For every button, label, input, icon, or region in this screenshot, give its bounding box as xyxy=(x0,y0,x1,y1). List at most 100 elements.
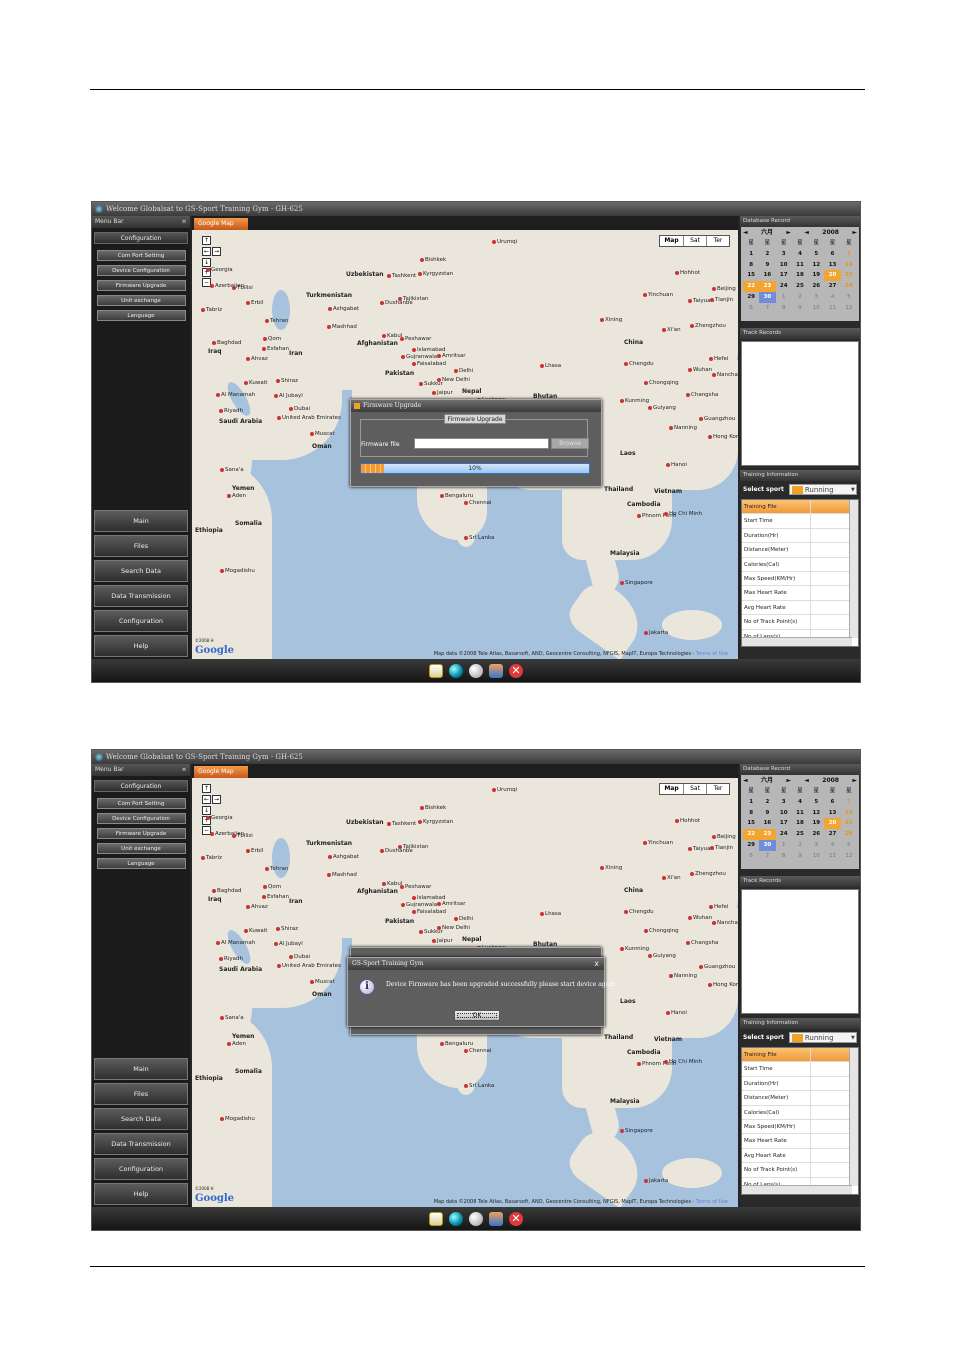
calendar-day[interactable]: 14 xyxy=(841,260,857,271)
training-info-row[interactable]: Start Time xyxy=(742,514,852,529)
calendar-day[interactable]: 23 xyxy=(759,281,776,292)
calendar-day[interactable]: 10 xyxy=(776,260,792,271)
ball-icon[interactable] xyxy=(469,1211,483,1226)
training-info-row[interactable]: Start Time xyxy=(742,1062,852,1077)
calendar-day[interactable]: 3 xyxy=(808,292,824,303)
calendar-day[interactable]: 26 xyxy=(808,829,824,840)
training-info-row[interactable]: No of Track Point(s) xyxy=(742,1163,852,1178)
calendar-day[interactable]: 28 xyxy=(841,281,857,292)
calendar-day[interactable]: 13 xyxy=(824,808,840,819)
calendar-day[interactable]: 17 xyxy=(776,818,792,829)
calendar-day[interactable]: 8 xyxy=(776,303,792,314)
calendar-day[interactable]: 1 xyxy=(776,292,792,303)
pan-right-button[interactable]: → xyxy=(212,247,221,256)
training-info-row[interactable]: Training File xyxy=(742,1048,852,1063)
calendar-day[interactable]: 12 xyxy=(808,808,824,819)
device-configuration-button[interactable]: Device Configuration xyxy=(96,813,186,824)
vertical-scrollbar[interactable] xyxy=(849,500,858,638)
help-button[interactable]: Help xyxy=(94,635,188,657)
ok-button[interactable]: OK xyxy=(454,1010,500,1021)
globe-icon[interactable] xyxy=(449,663,463,678)
next-year-button[interactable]: ► xyxy=(852,228,857,238)
calendar-day[interactable]: 12 xyxy=(841,851,857,862)
calendar-day[interactable]: 8 xyxy=(776,851,792,862)
calendar-day[interactable]: 15 xyxy=(743,818,759,829)
close-icon[interactable]: ✕ xyxy=(509,1211,523,1226)
calendar-day[interactable]: 23 xyxy=(759,829,776,840)
training-info-row[interactable]: Avg Heart Rate xyxy=(742,600,852,616)
calendar-day[interactable]: 3 xyxy=(808,840,824,851)
calendar-day[interactable]: 30 xyxy=(759,291,776,303)
calendar-day[interactable]: 15 xyxy=(743,270,759,281)
language-button[interactable]: Language xyxy=(96,858,186,869)
calendar-day[interactable]: 7 xyxy=(759,303,775,314)
calendar-day[interactable]: 3 xyxy=(776,249,792,260)
training-info-row[interactable]: Calories(Cal) xyxy=(742,557,852,572)
calendar-day[interactable]: 2 xyxy=(759,249,775,260)
data-transmission-button[interactable]: Data Transmission xyxy=(94,1133,188,1155)
training-info-row[interactable]: No of Track Point(s) xyxy=(742,615,852,630)
calendar-day[interactable]: 9 xyxy=(792,851,808,862)
calendar-day[interactable]: 12 xyxy=(808,260,824,271)
calendar-day[interactable]: 19 xyxy=(808,270,824,281)
calendar-day[interactable]: 6 xyxy=(824,249,840,260)
unit-exchange-button[interactable]: Unit exchange xyxy=(96,295,186,306)
device-configuration-button[interactable]: Device Configuration xyxy=(96,265,186,276)
training-info-row[interactable]: Avg Heart Rate xyxy=(742,1148,852,1164)
search-data-button[interactable]: Search Data xyxy=(94,1108,188,1130)
prev-month-button[interactable]: ◄ xyxy=(743,776,748,786)
track-records-list[interactable] xyxy=(741,889,859,1014)
tab-google-map[interactable]: Google Map xyxy=(194,218,248,230)
calendar-day[interactable]: 1 xyxy=(776,840,792,851)
next-month-button[interactable]: ► xyxy=(786,228,791,238)
data-transmission-button[interactable]: Data Transmission xyxy=(94,585,188,607)
training-info-row[interactable]: Max Heart Rate xyxy=(742,586,852,601)
calendar-day[interactable]: 21 xyxy=(841,270,857,281)
new-file-icon[interactable] xyxy=(429,1211,443,1226)
com-port-setting-button[interactable]: Com Port Setting xyxy=(96,798,186,809)
dialog-close-button[interactable]: x xyxy=(594,958,599,970)
pan-down-button[interactable]: ↓ xyxy=(202,806,211,815)
calendar-day[interactable]: 7 xyxy=(759,851,775,862)
sport-select[interactable]: Running ▼ xyxy=(788,483,857,495)
main-button[interactable]: Main xyxy=(94,510,188,532)
training-info-row[interactable]: Max Heart Rate xyxy=(742,1134,852,1149)
next-month-button[interactable]: ► xyxy=(786,776,791,786)
ball-icon[interactable] xyxy=(469,663,483,678)
new-file-icon[interactable] xyxy=(429,663,443,678)
calendar-day[interactable]: 2 xyxy=(792,840,808,851)
calendar-day[interactable]: 9 xyxy=(759,808,775,819)
pan-left-button[interactable]: ← xyxy=(202,247,211,256)
training-info-row[interactable]: Duration(Hr) xyxy=(742,1076,852,1092)
configuration-section-header[interactable]: Configuration xyxy=(94,232,188,244)
calendar-day[interactable]: 5 xyxy=(841,840,857,851)
calendar-day[interactable]: 25 xyxy=(792,829,808,840)
terms-of-use-link[interactable]: Terms of Use xyxy=(696,651,728,657)
map-type-map[interactable]: Map xyxy=(660,236,683,246)
pan-left-button[interactable]: ← xyxy=(202,795,211,804)
files-button[interactable]: Files xyxy=(94,1083,188,1105)
prev-year-button[interactable]: ◄ xyxy=(804,228,809,238)
firmware-upgrade-button[interactable]: Firmware Upgrade xyxy=(96,828,186,839)
calendar-day[interactable]: 17 xyxy=(776,270,792,281)
pan-down-button[interactable]: ↓ xyxy=(202,258,211,267)
calendar-day[interactable]: 18 xyxy=(792,818,808,829)
globe-icon[interactable] xyxy=(449,1211,463,1226)
calendar-day[interactable]: 10 xyxy=(776,808,792,819)
training-info-row[interactable]: Distance(Meter) xyxy=(742,543,852,558)
calendar-day[interactable]: 27 xyxy=(824,281,840,292)
calendar-day[interactable]: 7 xyxy=(841,797,857,808)
pan-up-button[interactable]: ↑ xyxy=(202,784,211,793)
training-info-row[interactable]: Max Speed(KM/Hr) xyxy=(742,571,852,587)
calendar-day[interactable]: 12 xyxy=(841,303,857,314)
calendar-day[interactable]: 6 xyxy=(824,797,840,808)
calendar-day[interactable]: 8 xyxy=(743,808,759,819)
calendar-day[interactable]: 10 xyxy=(808,303,824,314)
pin-icon[interactable]: ¤ xyxy=(182,216,186,228)
calendar-day[interactable]: 1 xyxy=(743,249,759,260)
track-records-list[interactable] xyxy=(741,341,859,466)
map-type-map[interactable]: Map xyxy=(660,784,683,794)
training-info-row[interactable]: Max Speed(KM/Hr) xyxy=(742,1119,852,1135)
calendar-day[interactable]: 6 xyxy=(743,303,759,314)
calendar-day[interactable]: 4 xyxy=(792,797,808,808)
